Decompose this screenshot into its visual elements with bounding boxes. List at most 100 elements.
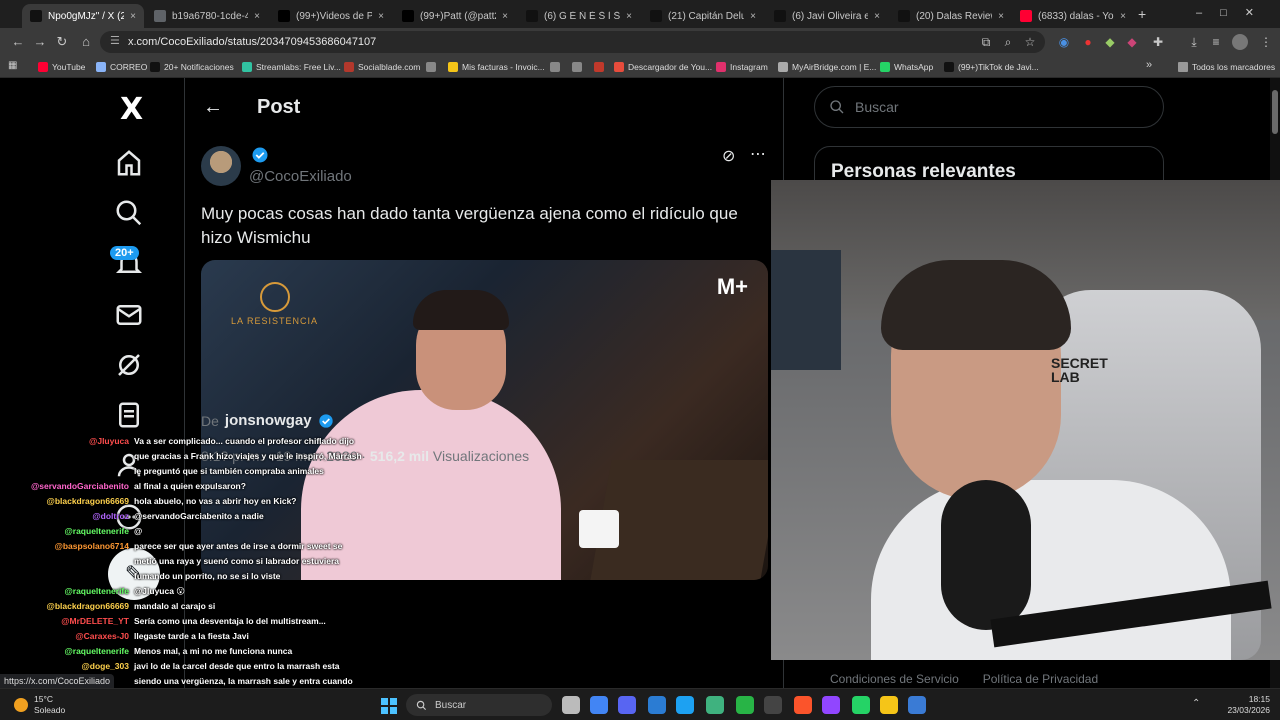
- tab-close-icon[interactable]: ×: [750, 11, 756, 22]
- post-more-icon[interactable]: ⋯: [750, 144, 767, 164]
- bookmark-star-icon[interactable]: ☆: [1022, 34, 1038, 50]
- bookmark-label: 20+ Notificaciones: [164, 62, 234, 72]
- x-logo-icon[interactable]: X: [120, 92, 143, 127]
- reload-icon[interactable]: ↻: [54, 34, 70, 50]
- author-handle[interactable]: @CocoExiliado: [249, 168, 352, 185]
- browser-tab[interactable]: (6) Ğ Ě Ň Ě Š Ì Š ✕ de ×: [518, 4, 640, 28]
- bookmark-item[interactable]: [594, 60, 604, 74]
- url-text: x.com/CocoExiliado/status/20347094536860…: [128, 36, 377, 48]
- url-field[interactable]: ☰ x.com/CocoExiliado/status/203470945368…: [100, 31, 1045, 53]
- page-title: Post: [257, 96, 301, 118]
- new-tab-button[interactable]: +: [1138, 6, 1146, 22]
- mail-app-icon[interactable]: [648, 696, 666, 714]
- all-bookmarks-folder[interactable]: Todos los marcadores: [1178, 60, 1275, 74]
- bookmark-item[interactable]: (99+)TikTok de Javi...: [944, 60, 1039, 74]
- bookmark-item[interactable]: Socialblade.com: [344, 60, 420, 74]
- extensions-puzzle-icon[interactable]: ✚: [1150, 34, 1166, 50]
- tab-favicon-icon: [402, 10, 414, 22]
- terms-link[interactable]: Condiciones de Servicio: [830, 672, 959, 686]
- forward-icon[interactable]: →: [32, 34, 48, 50]
- download-icon[interactable]: ⤓: [1186, 34, 1202, 50]
- camtasia-app-icon[interactable]: [736, 696, 754, 714]
- bookmark-item[interactable]: Streamlabs: Free Liv...: [242, 60, 341, 74]
- tab-close-icon[interactable]: ×: [1120, 11, 1126, 22]
- files-app-icon[interactable]: [562, 696, 580, 714]
- bookmark-item[interactable]: 20+ Notificaciones: [150, 60, 234, 74]
- globe-app-icon[interactable]: [706, 696, 724, 714]
- bookmark-item[interactable]: MyAirBridge.com | E...: [778, 60, 876, 74]
- chrome-app-icon[interactable]: [590, 696, 608, 714]
- grok-explain-icon[interactable]: ⊘: [722, 146, 735, 166]
- apps-grid-icon[interactable]: ▦: [8, 60, 17, 71]
- profile-avatar[interactable]: [1232, 34, 1248, 50]
- tab-close-icon[interactable]: ×: [254, 11, 260, 22]
- chat-message: @doge_303 javi lo de la carcel desde que …: [0, 659, 380, 674]
- browser-tab[interactable]: (99+)Videos de Patt ×: [270, 4, 392, 28]
- browser-tab[interactable]: (6833) dalas - YouTub ×: [1012, 4, 1134, 28]
- tab-close-icon[interactable]: ×: [626, 11, 632, 22]
- tab-favicon-icon: [898, 10, 910, 22]
- extension-icon[interactable]: ◆: [1124, 34, 1140, 50]
- back-arrow-icon[interactable]: ←: [203, 96, 223, 119]
- bookmarks-overflow-icon[interactable]: »: [1146, 59, 1152, 71]
- media-control-icon[interactable]: ≡: [1208, 34, 1224, 50]
- browser-tab[interactable]: (99+)Patt (@patt2041 ×: [394, 4, 516, 28]
- privacy-link[interactable]: Política de Privacidad: [983, 672, 1098, 686]
- clock[interactable]: 18:15 23/03/2026: [1210, 694, 1270, 716]
- lists-icon[interactable]: [114, 400, 144, 430]
- browser-tab[interactable]: b19a6780-1cde-49f2 ×: [146, 4, 268, 28]
- bookmark-item[interactable]: Mis facturas - Invoic...: [448, 60, 545, 74]
- tab-close-icon[interactable]: ×: [378, 11, 384, 22]
- extension-icon[interactable]: ●: [1080, 34, 1096, 50]
- tab-close-icon[interactable]: ×: [502, 11, 508, 22]
- taskbar-search[interactable]: Buscar: [406, 694, 552, 716]
- menu-kebab-icon[interactable]: ⋮: [1258, 34, 1274, 50]
- bookmark-item[interactable]: [550, 60, 560, 74]
- bookmark-item[interactable]: YouTube: [38, 60, 85, 74]
- source-name[interactable]: jonsnowgay: [225, 412, 312, 429]
- home-icon[interactable]: [114, 148, 144, 178]
- home-icon[interactable]: ⌂: [78, 34, 94, 50]
- search-input[interactable]: Buscar: [814, 86, 1164, 128]
- bookmark-item[interactable]: Instagram: [716, 60, 768, 74]
- grok-icon[interactable]: [114, 350, 144, 380]
- bookmark-item[interactable]: [426, 60, 436, 74]
- from-prefix: De: [201, 412, 219, 429]
- explorer-app-icon[interactable]: [880, 696, 898, 714]
- extension-icon[interactable]: ◉: [1056, 34, 1072, 50]
- brave-app-icon[interactable]: [794, 696, 812, 714]
- twitch-app-icon[interactable]: [822, 696, 840, 714]
- tab-close-icon[interactable]: ×: [130, 11, 136, 22]
- scrollbar-thumb[interactable]: [1272, 90, 1278, 134]
- messages-mail-icon[interactable]: [114, 300, 144, 330]
- back-icon[interactable]: ←: [10, 34, 26, 50]
- browser-tab[interactable]: (20) Dalas Review ×: [890, 4, 1012, 28]
- extension-icon[interactable]: ◆: [1102, 34, 1118, 50]
- whatsapp-app-icon[interactable]: [852, 696, 870, 714]
- bookmark-item[interactable]: CORREO: [96, 60, 147, 74]
- author-avatar[interactable]: [201, 146, 241, 186]
- link-status-url: https://x.com/CocoExiliado: [0, 674, 115, 688]
- bookmark-item[interactable]: WhatsApp: [880, 60, 933, 74]
- sun-weather-icon[interactable]: [14, 698, 28, 712]
- zoom-icon[interactable]: ⌕: [1000, 34, 1016, 50]
- edge-app-icon[interactable]: [676, 696, 694, 714]
- explore-search-icon[interactable]: [114, 198, 144, 228]
- tray-chevron-icon[interactable]: ⌃: [1192, 698, 1200, 709]
- browser-tab[interactable]: (6) Javi Oliveira en X ×: [766, 4, 888, 28]
- tab-close-icon[interactable]: ×: [998, 11, 1004, 22]
- obs-app-icon[interactable]: [764, 696, 782, 714]
- windows-start-icon[interactable]: [381, 698, 397, 714]
- bookmark-item[interactable]: [572, 60, 582, 74]
- tab-badge: (21): [117, 10, 125, 22]
- browser-tab[interactable]: Npo0gMJz" / X (21) ×: [22, 4, 144, 28]
- bookmark-item[interactable]: Descargador de You...: [614, 60, 712, 74]
- photos-app-icon[interactable]: [908, 696, 926, 714]
- site-info-icon[interactable]: ☰: [110, 34, 120, 47]
- tab-close-icon[interactable]: ×: [874, 11, 880, 22]
- browser-tab[interactable]: (21) Capitán Deluxito ×: [642, 4, 764, 28]
- bookmark-label: Descargador de You...: [628, 62, 713, 72]
- window-controls[interactable]: –□✕: [1196, 6, 1272, 19]
- cast-icon[interactable]: ⧉: [978, 34, 994, 50]
- discord-app-icon[interactable]: [618, 696, 636, 714]
